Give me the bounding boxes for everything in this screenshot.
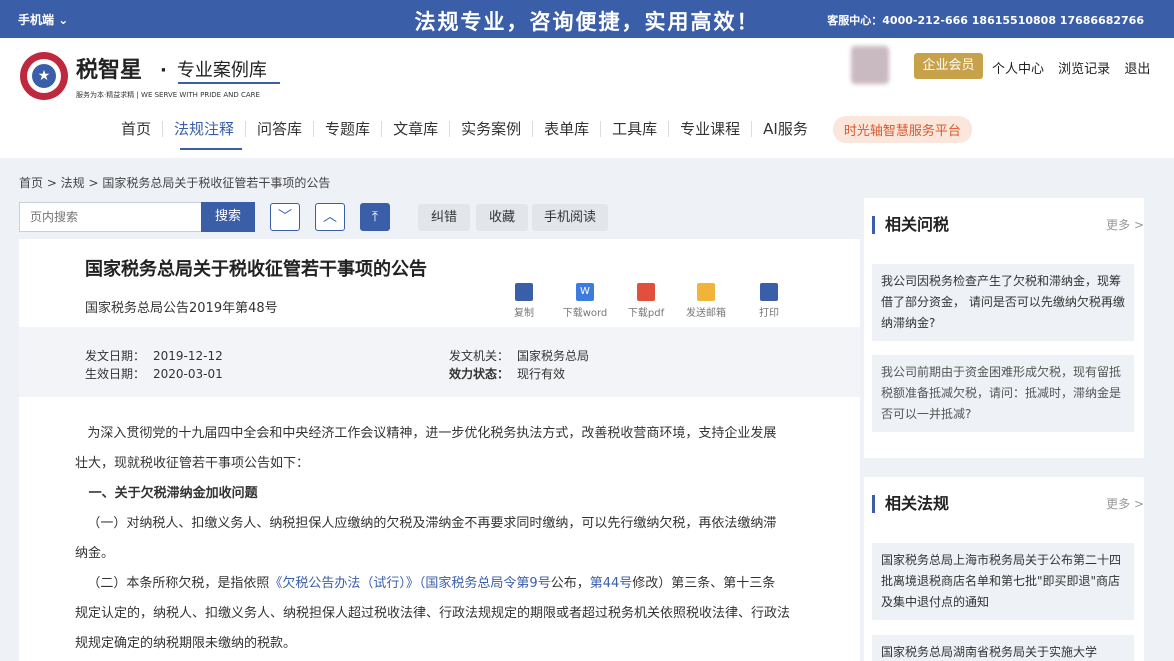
- law-item[interactable]: 国家税务总局湖南省税务局关于实施大学: [872, 635, 1134, 661]
- paragraph: 纳金。: [75, 546, 115, 561]
- platform-button[interactable]: 时光轴智慧服务平台: [832, 115, 972, 143]
- qa-item[interactable]: 我公司前期由于资金困难形成欠税，现有留抵税额准备抵减欠税，请问：抵减时，滞纳金是…: [872, 355, 1134, 432]
- main-nav: 首页 法规注释 问答库 专题库 文章库 实务案例 表单库 工具库 专业课程 AI…: [110, 114, 972, 144]
- report-error-button[interactable]: 纠错: [418, 204, 470, 231]
- nav-topics[interactable]: 专题库: [314, 121, 383, 137]
- site-header: ★ 税智星 · 专业案例库 服务为本·精益求精 | WE SERVE WITH P…: [0, 38, 1174, 158]
- nav-articles[interactable]: 文章库: [382, 121, 451, 137]
- user-links: 个人中心 浏览记录 退出: [992, 58, 1160, 77]
- nav-tools[interactable]: 工具库: [601, 121, 670, 137]
- amendment-link[interactable]: 第44号: [590, 576, 633, 591]
- print-button[interactable]: 打印: [754, 283, 784, 319]
- page-title: 国家税务总局关于税收征管若干事项的公告: [85, 259, 427, 280]
- service-hotline: 客服中心：4000-212-666 18615510808 1768668276…: [827, 14, 1144, 27]
- related-qa-more[interactable]: 更多 >: [1106, 216, 1144, 233]
- law-link[interactable]: 《欠税公告办法（试行）》（国家税务总局令第9号: [269, 576, 550, 591]
- section-heading: 一、关于欠税滞纳金加收问题: [88, 486, 258, 501]
- active-nav-indicator: [180, 148, 242, 150]
- nav-forms[interactable]: 表单库: [533, 121, 602, 137]
- chevron-up-icon: ︿: [323, 209, 337, 225]
- paragraph: 壮大，现就税收征管若干事项公告如下：: [75, 456, 310, 471]
- related-laws-more[interactable]: 更多 >: [1106, 495, 1144, 512]
- favorite-button[interactable]: 收藏: [476, 204, 528, 231]
- nav-ai[interactable]: AI服务: [752, 121, 819, 137]
- send-email-button[interactable]: 发送邮箱: [681, 283, 731, 319]
- history-link[interactable]: 浏览记录: [1058, 62, 1110, 77]
- brand-tagline: 服务为本·精益求精 | WE SERVE WITH PRIDE AND CARE: [76, 91, 260, 99]
- nav-cases[interactable]: 实务案例: [450, 121, 534, 137]
- logout-link[interactable]: 退出: [1124, 62, 1150, 77]
- copy-button[interactable]: 复制: [507, 283, 541, 319]
- user-center-link[interactable]: 个人中心: [992, 62, 1044, 77]
- mail-icon: [697, 283, 715, 301]
- breadcrumb[interactable]: 首页 > 法规 > 国家税务总局关于税收征管若干事项的公告: [19, 174, 330, 191]
- paragraph: （二）本条所称欠税，是指依照《欠税公告办法（试行）》（国家税务总局令第9号公布，…: [87, 576, 776, 591]
- pdf-icon: [637, 283, 655, 301]
- top-banner: 手机端 ⌄ 法规专业，咨询便捷，实用高效！ 客服中心：4000-212-666 …: [0, 0, 1174, 38]
- next-match-button[interactable]: ﹀: [270, 203, 300, 231]
- qa-item[interactable]: 我公司因税务检查产生了欠税和滞纳金，现筹借了部分资金， 请问是否可以先缴纳欠税再…: [872, 264, 1134, 341]
- avatar[interactable]: [851, 46, 889, 84]
- print-icon: [760, 283, 778, 301]
- brand-underline: [178, 82, 280, 84]
- word-icon: W: [576, 283, 594, 301]
- article: 国家税务总局关于税收征管若干事项的公告 国家税务总局公告2019年第48号 复制…: [19, 239, 860, 661]
- copy-icon: [515, 283, 533, 301]
- issue-date: 发文日期： 2019-12-12: [85, 349, 223, 363]
- to-top-icon: ⤒: [371, 209, 379, 225]
- validity-status: 效力状态： 现行有效: [449, 367, 566, 381]
- brand-name[interactable]: 税智星: [76, 52, 142, 84]
- paragraph: 为深入贯彻党的十九届四中全会和中央经济工作会议精神，进一步优化税务执法方式，改善…: [87, 426, 777, 441]
- effective-date: 生效日期： 2020-03-01: [85, 367, 223, 381]
- issuing-org: 发文机关： 国家税务总局: [449, 349, 590, 363]
- logo-icon[interactable]: ★: [20, 52, 68, 100]
- brand-subtitle: · 专业案例库: [160, 60, 267, 81]
- prev-match-button[interactable]: ︿: [315, 203, 345, 231]
- paragraph: 规定认定的，纳税人、扣缴义务人、纳税担保人超过税收法律、行政法规规定的期限或者超…: [75, 606, 791, 621]
- download-pdf-button[interactable]: 下载pdf: [623, 283, 669, 319]
- law-item[interactable]: 国家税务总局上海市税务局关于公布第二十四批离境退税商店名单和第七批"即买即退"商…: [872, 543, 1134, 620]
- paragraph: （一）对纳税人、扣缴义务人、纳税担保人应缴纳的欠税及滞纳金不再要求同时缴纳，可以…: [87, 516, 777, 531]
- chevron-down-icon: ﹀: [278, 209, 292, 225]
- document-number: 国家税务总局公告2019年第48号: [85, 301, 278, 316]
- back-to-top-button[interactable]: ⤒: [360, 203, 390, 231]
- nav-courses[interactable]: 专业课程: [669, 121, 753, 137]
- related-laws-title: 相关法规: [872, 495, 949, 513]
- nav-home[interactable]: 首页: [110, 121, 164, 137]
- vip-badge[interactable]: 企业会员: [914, 53, 983, 79]
- related-laws-card: 相关法规 更多 > 国家税务总局上海市税务局关于公布第二十四批离境退税商店名单和…: [864, 477, 1144, 661]
- download-word-button[interactable]: W 下载word: [557, 283, 613, 319]
- nav-qa[interactable]: 问答库: [246, 121, 315, 137]
- nav-law-notes[interactable]: 法规注释: [163, 121, 247, 137]
- related-qa-card: 相关问税 更多 > 我公司因税务检查产生了欠税和滞纳金，现筹借了部分资金， 请问…: [864, 198, 1144, 458]
- search-input[interactable]: [19, 202, 201, 232]
- mobile-read-button[interactable]: 手机阅读: [532, 204, 608, 231]
- paragraph: 规规定确定的纳税期限未缴纳的税款。: [75, 636, 297, 651]
- related-qa-title: 相关问税: [872, 216, 949, 234]
- article-body: 为深入贯彻党的十九届四中全会和中央经济工作会议精神，进一步优化税务执法方式，改善…: [75, 419, 833, 659]
- document-meta: 发文日期： 2019-12-12 生效日期： 2020-03-01 发文机关： 国家税…: [19, 327, 860, 397]
- search-button[interactable]: 搜索: [201, 202, 255, 232]
